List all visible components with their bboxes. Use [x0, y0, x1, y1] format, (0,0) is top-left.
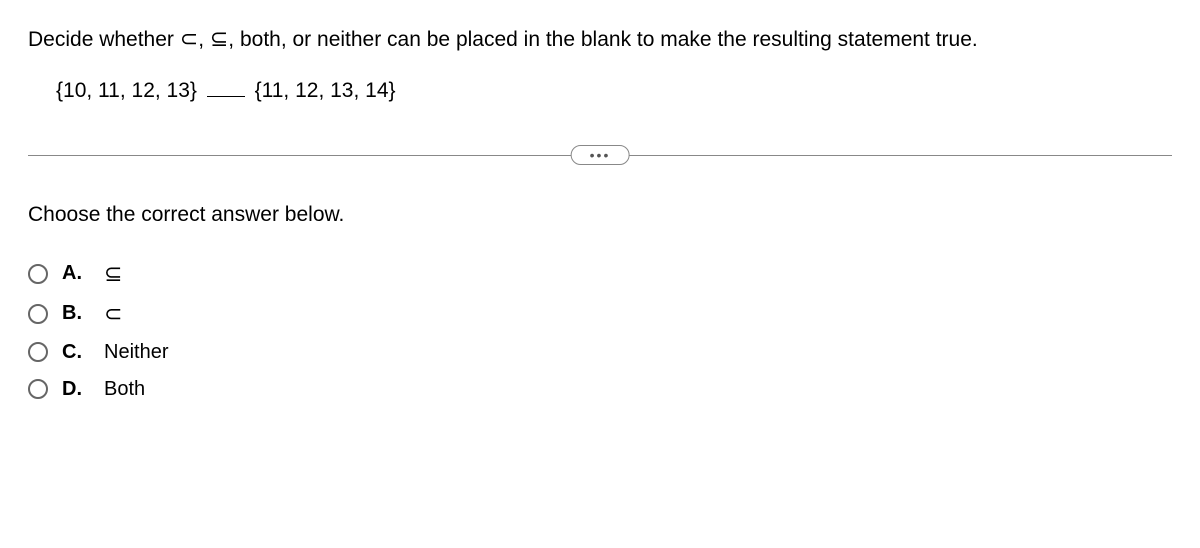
- option-d-text: Both: [104, 378, 145, 401]
- question-sep1: ,: [198, 28, 210, 51]
- instruction-text: Choose the correct answer below.: [28, 203, 1172, 227]
- option-c-text: Neither: [104, 341, 168, 364]
- radio-b[interactable]: [28, 304, 48, 324]
- proper-subset-symbol: ⊂: [180, 26, 198, 51]
- subset-eq-symbol: ⊆: [210, 26, 228, 51]
- radio-a[interactable]: [28, 264, 48, 284]
- option-a[interactable]: A. ⊆: [28, 261, 1172, 287]
- option-b-text: ⊂: [104, 301, 122, 327]
- ellipsis-icon: •••: [590, 147, 611, 163]
- option-a-text: ⊆: [104, 261, 122, 287]
- question-part-after: , both, or neither can be placed in the …: [228, 28, 977, 51]
- expand-button[interactable]: •••: [571, 145, 630, 165]
- option-c[interactable]: C. Neither: [28, 341, 1172, 364]
- option-b-label: B.: [62, 302, 90, 325]
- radio-c[interactable]: [28, 342, 48, 362]
- right-set: {11, 12, 13, 14}: [255, 79, 396, 102]
- option-d[interactable]: D. Both: [28, 378, 1172, 401]
- option-d-label: D.: [62, 378, 90, 401]
- option-b[interactable]: B. ⊂: [28, 301, 1172, 327]
- left-set: {10, 11, 12, 13}: [56, 79, 197, 102]
- options-group: A. ⊆ B. ⊂ C. Neither D. Both: [28, 261, 1172, 401]
- option-c-label: C.: [62, 341, 90, 364]
- question-part-before: Decide whether: [28, 28, 180, 51]
- question-text: Decide whether ⊂, ⊆, both, or neither ca…: [28, 24, 1172, 55]
- set-expression: {10, 11, 12, 13} {11, 12, 13, 14}: [56, 79, 1172, 103]
- blank-slot: [207, 96, 245, 97]
- radio-d[interactable]: [28, 379, 48, 399]
- divider: •••: [28, 143, 1172, 167]
- option-a-label: A.: [62, 262, 90, 285]
